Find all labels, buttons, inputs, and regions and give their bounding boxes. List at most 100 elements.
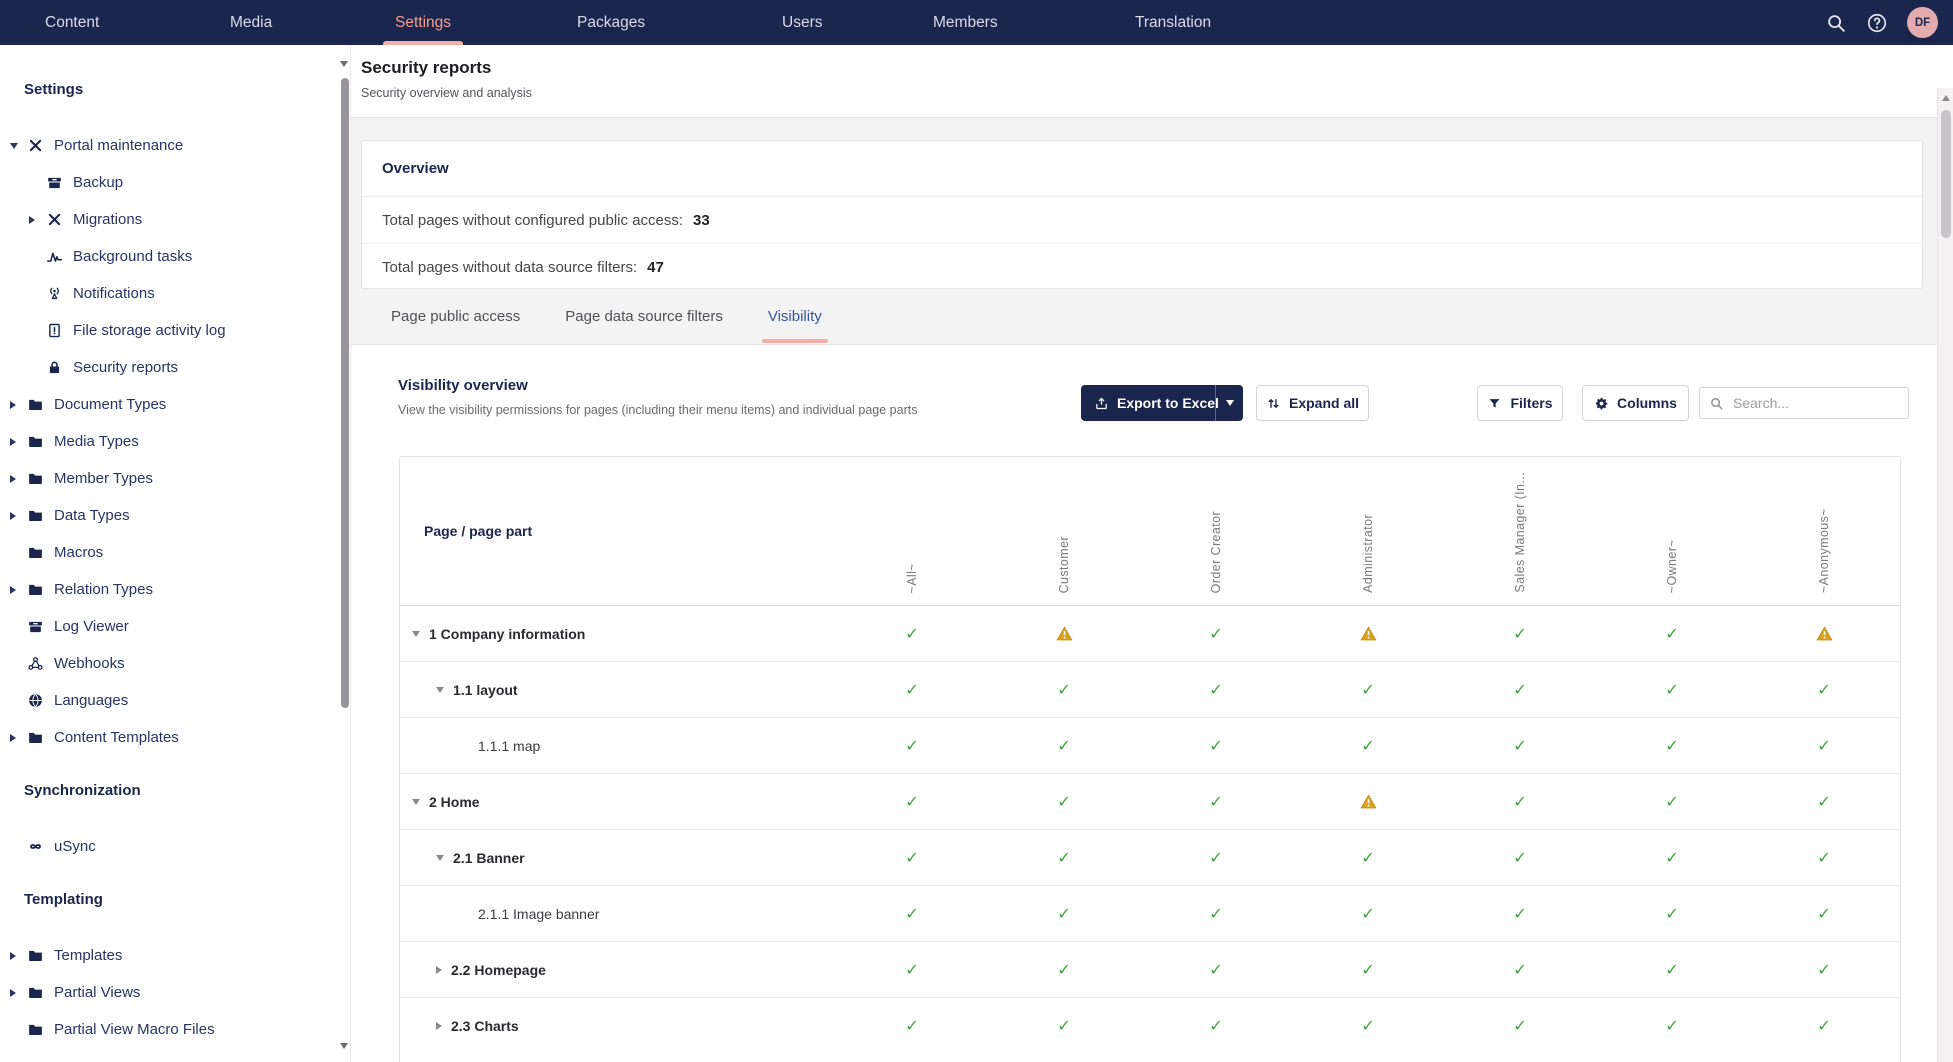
nav-item-media[interactable]: Media	[230, 0, 272, 45]
column-header-sales-manager-in: Sales Manager (In...	[1444, 457, 1596, 605]
tree-caret-right-icon[interactable]	[10, 951, 25, 960]
status-cell-anonymous	[1748, 626, 1900, 641]
sidebar-scrollbar-thumb[interactable]	[341, 78, 349, 708]
check-icon: ✓	[1209, 1016, 1223, 1035]
sidebar-item-label: Partial View Macro Files	[54, 1021, 215, 1038]
nav-item-members[interactable]: Members	[933, 0, 998, 45]
status-cell-owner: ✓	[1596, 1016, 1748, 1035]
sidebar-item-member-types[interactable]: Member Types	[0, 460, 350, 497]
sidebar-item-partial-views[interactable]: Partial Views	[0, 974, 350, 1011]
tree-caret-right-icon[interactable]	[10, 400, 25, 409]
sidebar-item-background-tasks[interactable]: Background tasks	[0, 238, 350, 275]
warning-icon	[1816, 626, 1833, 641]
scroll-up-icon[interactable]	[1942, 95, 1950, 101]
columns-button[interactable]: Columns	[1582, 385, 1689, 421]
nav-item-users[interactable]: Users	[782, 0, 822, 45]
nav-item-content[interactable]: Content	[45, 0, 99, 45]
row-caret-down-icon[interactable]	[436, 854, 444, 861]
tree-caret-right-icon[interactable]	[29, 215, 44, 224]
sidebar-item-file-storage-activity-log[interactable]: File storage activity log	[0, 312, 350, 349]
sidebar-item-relation-types[interactable]: Relation Types	[0, 571, 350, 608]
column-header-anonymous: ~Anonymous~	[1748, 457, 1900, 605]
status-cell-anonymous: ✓	[1748, 792, 1900, 811]
sidebar-item-security-reports[interactable]: Security reports	[0, 349, 350, 386]
tree-caret-right-icon[interactable]	[10, 733, 25, 742]
sidebar-item-label: Languages	[54, 692, 129, 709]
page-label: 2.3 Charts	[451, 1017, 519, 1034]
avatar[interactable]: DF	[1907, 7, 1938, 38]
status-cell-administrator: ✓	[1292, 680, 1444, 699]
sidebar-item-webhooks[interactable]: Webhooks	[0, 645, 350, 682]
check-icon: ✓	[1817, 848, 1831, 867]
status-cell-anonymous: ✓	[1748, 1016, 1900, 1035]
status-cell-owner: ✓	[1596, 904, 1748, 923]
tab-page-data-source-filters[interactable]: Page data source filters	[565, 308, 723, 325]
help-icon[interactable]	[1866, 12, 1888, 34]
sidebar-item-partial-view-macro-files[interactable]: Partial View Macro Files	[0, 1011, 350, 1048]
status-cell-order-creator: ✓	[1140, 1016, 1292, 1035]
sidebar-item-label: Log Viewer	[54, 618, 129, 635]
table-search	[1699, 387, 1909, 419]
sidebar-item-languages[interactable]: Languages	[0, 682, 350, 719]
row-caret-down-icon[interactable]	[412, 798, 420, 805]
status-cell-customer: ✓	[988, 904, 1140, 923]
sidebar-section-synchronization: Synchronization uSync	[0, 782, 350, 865]
sidebar-item-portal-maintenance[interactable]: Portal maintenance	[0, 127, 350, 164]
tab-visibility[interactable]: Visibility	[761, 308, 828, 343]
group-column-headers: ~All~ Customer Order Creator Administrator S…	[836, 457, 1900, 605]
column-header-label: Order Creator	[1209, 510, 1223, 593]
filters-button[interactable]: Filters	[1477, 385, 1563, 421]
status-cell-owner: ✓	[1596, 848, 1748, 867]
expand-all-label: Expand all	[1288, 395, 1360, 411]
check-icon: ✓	[1513, 848, 1527, 867]
nav-item-settings[interactable]: Settings	[382, 0, 464, 45]
sidebar-item-macros[interactable]: Macros	[0, 534, 350, 571]
sidebar-item-log-viewer[interactable]: Log Viewer	[0, 608, 350, 645]
check-icon: ✓	[1817, 904, 1831, 923]
row-caret-right-icon[interactable]	[436, 965, 442, 974]
row-caret-right-icon[interactable]	[436, 1021, 442, 1030]
sidebar-section-heading: Templating	[24, 891, 103, 908]
tree-caret-right-icon[interactable]	[10, 474, 25, 483]
sidebar-item-content-templates[interactable]: Content Templates	[0, 719, 350, 756]
nav-item-translation[interactable]: Translation	[1135, 0, 1211, 45]
tree-caret-right-icon[interactable]	[10, 437, 25, 446]
page-cell: 1.1 layout	[400, 682, 836, 698]
export-to-excel-button[interactable]: Export to Excel	[1081, 385, 1243, 421]
sidebar-item-label: Notifications	[73, 285, 155, 302]
row-caret-down-icon[interactable]	[412, 630, 420, 637]
sidebar-item-usync[interactable]: uSync	[0, 828, 350, 865]
export-dropdown-toggle[interactable]	[1215, 385, 1243, 421]
row-caret-down-icon[interactable]	[436, 686, 444, 693]
status-cell-order-creator: ✓	[1140, 848, 1292, 867]
sidebar-item-data-types[interactable]: Data Types	[0, 497, 350, 534]
expand-all-button[interactable]: Expand all	[1256, 385, 1369, 421]
sidebar-item-backup[interactable]: Backup	[0, 164, 350, 201]
check-icon: ✓	[1513, 736, 1527, 755]
sidebar-scroll-down-icon[interactable]	[340, 1043, 348, 1049]
status-cell-customer: ✓	[988, 680, 1140, 699]
sidebar-scroll-up-icon[interactable]	[340, 61, 348, 67]
status-cell-order-creator: ✓	[1140, 680, 1292, 699]
sidebar-item-templates[interactable]: Templates	[0, 937, 350, 974]
check-icon: ✓	[1817, 736, 1831, 755]
sidebar-item-notifications[interactable]: Notifications	[0, 275, 350, 312]
status-cell-sales-manager-in: ✓	[1444, 624, 1596, 643]
check-icon: ✓	[1665, 1016, 1679, 1035]
check-icon: ✓	[1817, 792, 1831, 811]
folder-icon	[25, 432, 45, 452]
status-cell-sales-manager-in: ✓	[1444, 736, 1596, 755]
tab-page-public-access[interactable]: Page public access	[391, 308, 520, 325]
sidebar-item-migrations[interactable]: Migrations	[0, 201, 350, 238]
search-input[interactable]	[1731, 394, 1899, 412]
nav-item-packages[interactable]: Packages	[577, 0, 645, 45]
tree-caret-right-icon[interactable]	[10, 585, 25, 594]
sidebar-item-document-types[interactable]: Document Types	[0, 386, 350, 423]
tree-caret-down-icon[interactable]	[10, 142, 25, 149]
search-icon[interactable]	[1825, 12, 1847, 34]
sidebar-item-media-types[interactable]: Media Types	[0, 423, 350, 460]
tree-caret-right-icon[interactable]	[10, 511, 25, 520]
page-scrollbar-thumb[interactable]	[1941, 110, 1951, 238]
tree-caret-right-icon[interactable]	[10, 988, 25, 997]
status-cell-administrator	[1292, 794, 1444, 809]
